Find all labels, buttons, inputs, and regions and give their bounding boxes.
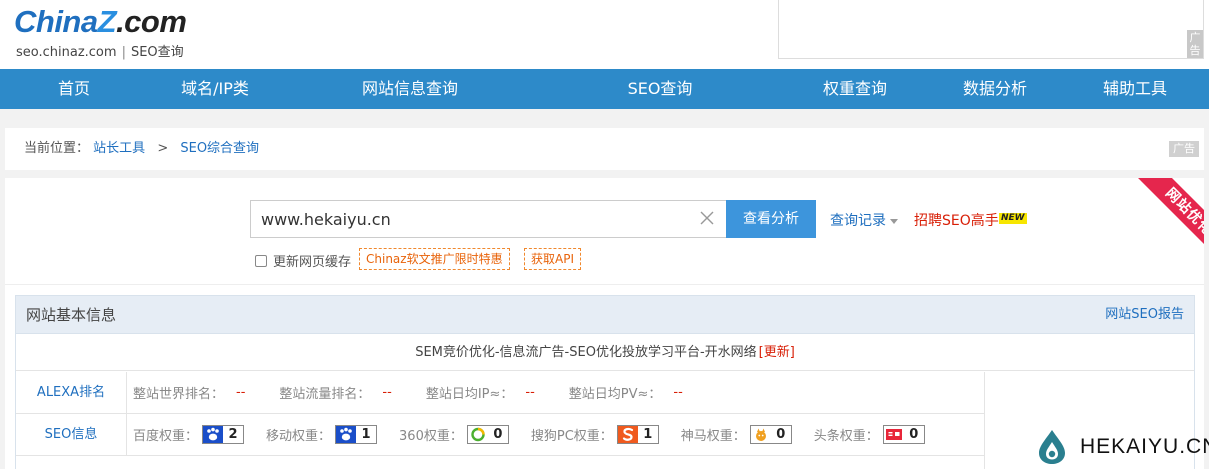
alexa-daily-ip-value: -- — [525, 385, 535, 400]
nav-weight-query[interactable]: 权重查询 — [823, 69, 887, 109]
new-badge: NEW — [999, 213, 1027, 224]
360-weight-label: 360权重： — [399, 429, 463, 444]
site-optimization-ribbon[interactable]: 网站优化 — [1132, 178, 1204, 250]
nav-data-analysis[interactable]: 数据分析 — [963, 69, 1027, 109]
alexa-values: 整站世界排名： -- 整站流量排名： -- 整站日均IP≈： -- 整站日均PV≈： -… — [133, 372, 717, 413]
nav-tools[interactable]: 辅助工具 — [1103, 69, 1167, 109]
shenma-weight-label: 神马权重： — [680, 429, 746, 444]
refresh-cache-label: 更新网页缓存 — [273, 255, 352, 270]
360-icon — [471, 427, 485, 442]
shenma-weight[interactable]: 神马权重： 0 — [681, 425, 792, 444]
alexa-traffic-rank-label: 整站流量排名： — [279, 387, 371, 402]
baidu-weight-label: 百度权重： — [133, 429, 199, 444]
top-ad-banner[interactable]: 广告 — [778, 0, 1204, 59]
baidu-weight[interactable]: 百度权重： 2 — [133, 425, 245, 444]
toutiao-weight[interactable]: 头条权重： 0 — [814, 425, 925, 444]
mobile-weight[interactable]: 移动权重： 1 — [266, 425, 378, 444]
main-nav: 首页 域名/IP类 网站信息查询 SEO查询 权重查询 数据分析 辅助工具 — [0, 69, 1209, 109]
site-header: ChinaZ.com seo.chinaz.com | SEO查询 广告 — [0, 0, 1209, 69]
alexa-traffic-rank-value: -- — [382, 385, 392, 400]
alexa-world-rank-value: -- — [236, 385, 246, 400]
promo-link[interactable]: Chinaz软文推广限时特惠 — [359, 248, 510, 270]
sogou-pc-weight[interactable]: 搜狗PC权重： 1 — [531, 425, 659, 444]
breadcrumb-separator: > — [157, 141, 169, 156]
nav-domain-ip[interactable]: 域名/IP类 — [181, 69, 249, 109]
baidu-paw-icon — [203, 426, 224, 443]
mobile-weight-label: 移动权重： — [266, 429, 332, 444]
clear-icon[interactable] — [698, 209, 716, 227]
breadcrumb-prefix: 当前位置： — [24, 141, 90, 156]
toutiao-icon — [885, 429, 902, 440]
360-weight-value: 0 — [493, 427, 503, 442]
baidu-weight-value: 2 — [228, 427, 238, 442]
notice-update-link[interactable]: [更新] — [759, 345, 795, 360]
toutiao-weight-badge: 0 — [882, 425, 925, 444]
ad-label[interactable]: 广告 — [1169, 141, 1199, 157]
get-api-link[interactable]: 获取API — [524, 248, 581, 270]
baidu-weight-badge: 2 — [202, 425, 245, 444]
breadcrumb-link-tools[interactable]: 站长工具 — [93, 141, 145, 156]
refresh-cache-checkbox[interactable] — [255, 254, 267, 267]
breadcrumb-link-seo[interactable]: SEO综合查询 — [180, 141, 259, 156]
domain-search-input[interactable] — [251, 201, 681, 237]
breadcrumb-bar: 当前位置： 站长工具 > SEO综合查询 广告 — [5, 128, 1204, 170]
refresh-cache-option[interactable]: 更新网页缓存 — [255, 251, 351, 270]
sponsored-notice[interactable]: SEM竞价优化-信息流广告-SEO优化投放学习平台-开水网络 [更新] — [16, 335, 1194, 371]
site-basic-info-panel: 网站基本信息 网站SEO报告 SEM竞价优化-信息流广告-SEO优化投放学习平台… — [15, 295, 1195, 469]
toutiao-weight-label: 头条权重： — [813, 429, 879, 444]
360-weight-badge: 0 — [466, 425, 509, 444]
logo-wordmark: ChinaZ.com — [14, 4, 187, 39]
alexa-daily-ip-label: 整站日均IP≈： — [425, 387, 514, 402]
shenma-weight-value: 0 — [776, 427, 786, 442]
seo-info-row: SEO信息 百度权重： 2 移动权重： 1 360权重： 0 搜狗PC权重： 1… — [16, 414, 984, 456]
query-history-dropdown[interactable]: 查询记录 — [830, 210, 898, 230]
seo-info-label[interactable]: SEO信息 — [16, 414, 127, 455]
panel-header: 网站基本信息 网站SEO报告 — [16, 296, 1194, 334]
toutiao-weight-value: 0 — [909, 427, 919, 442]
water-drop-logo-icon — [1039, 430, 1065, 464]
alexa-label[interactable]: ALEXA排名 — [16, 372, 127, 413]
notice-text: SEM竞价优化-信息流广告-SEO优化投放学习平台-开水网络 — [415, 345, 757, 360]
chevron-down-icon — [890, 218, 898, 224]
seo-report-link[interactable]: 网站SEO报告 — [1105, 296, 1184, 334]
panel-title: 网站基本信息 — [26, 306, 117, 324]
alexa-daily-pv-label: 整站日均PV≈： — [568, 387, 662, 402]
chinaz-logo[interactable]: ChinaZ.com seo.chinaz.com | SEO查询 — [14, 4, 187, 61]
section-divider — [5, 284, 1204, 285]
nav-home[interactable]: 首页 — [58, 69, 90, 109]
baidu-mobile-paw-icon — [336, 426, 357, 443]
360-weight[interactable]: 360权重： 0 — [399, 425, 509, 444]
query-history-label: 查询记录 — [830, 213, 886, 229]
nav-site-info[interactable]: 网站信息查询 — [362, 69, 458, 109]
main-content: 查看分析 查询记录 招聘SEO高手 NEW 更新网页缓存 Chinaz软文推广限… — [5, 178, 1204, 469]
breadcrumb: 当前位置： 站长工具 > SEO综合查询 — [24, 128, 259, 170]
sogou-icon — [617, 426, 638, 443]
mobile-weight-badge: 1 — [335, 425, 378, 444]
analyze-button[interactable]: 查看分析 — [726, 200, 816, 238]
ribbon-label: 网站优化 — [1134, 178, 1204, 250]
sogou-pc-weight-value: 1 — [643, 427, 653, 442]
search-box — [250, 200, 727, 238]
shenma-icon — [755, 428, 766, 441]
sogou-pc-weight-badge: 1 — [616, 425, 659, 444]
ad-label: 广告 — [1187, 30, 1203, 58]
alexa-daily-pv-value: -- — [673, 385, 683, 400]
mobile-weight-value: 1 — [361, 427, 371, 442]
watermark-text: HEKAIYU.CN — [1080, 435, 1209, 458]
logo-subtitle: seo.chinaz.com | SEO查询 — [16, 45, 184, 60]
seo-weights: 百度权重： 2 移动权重： 1 360权重： 0 搜狗PC权重： 1 神马权重：… — [133, 414, 947, 455]
shenma-weight-badge: 0 — [749, 425, 792, 444]
nav-seo-query[interactable]: SEO查询 — [628, 69, 693, 109]
alexa-world-rank-label: 整站世界排名： — [133, 387, 225, 402]
hekaiyu-watermark: HEKAIYU.CN — [1036, 428, 1209, 466]
alexa-row: ALEXA排名 整站世界排名： -- 整站流量排名： -- 整站日均IP≈： -- 整… — [16, 372, 984, 414]
sogou-pc-weight-label: 搜狗PC权重： — [530, 429, 613, 444]
recruit-seo-link[interactable]: 招聘SEO高手 — [914, 210, 999, 230]
